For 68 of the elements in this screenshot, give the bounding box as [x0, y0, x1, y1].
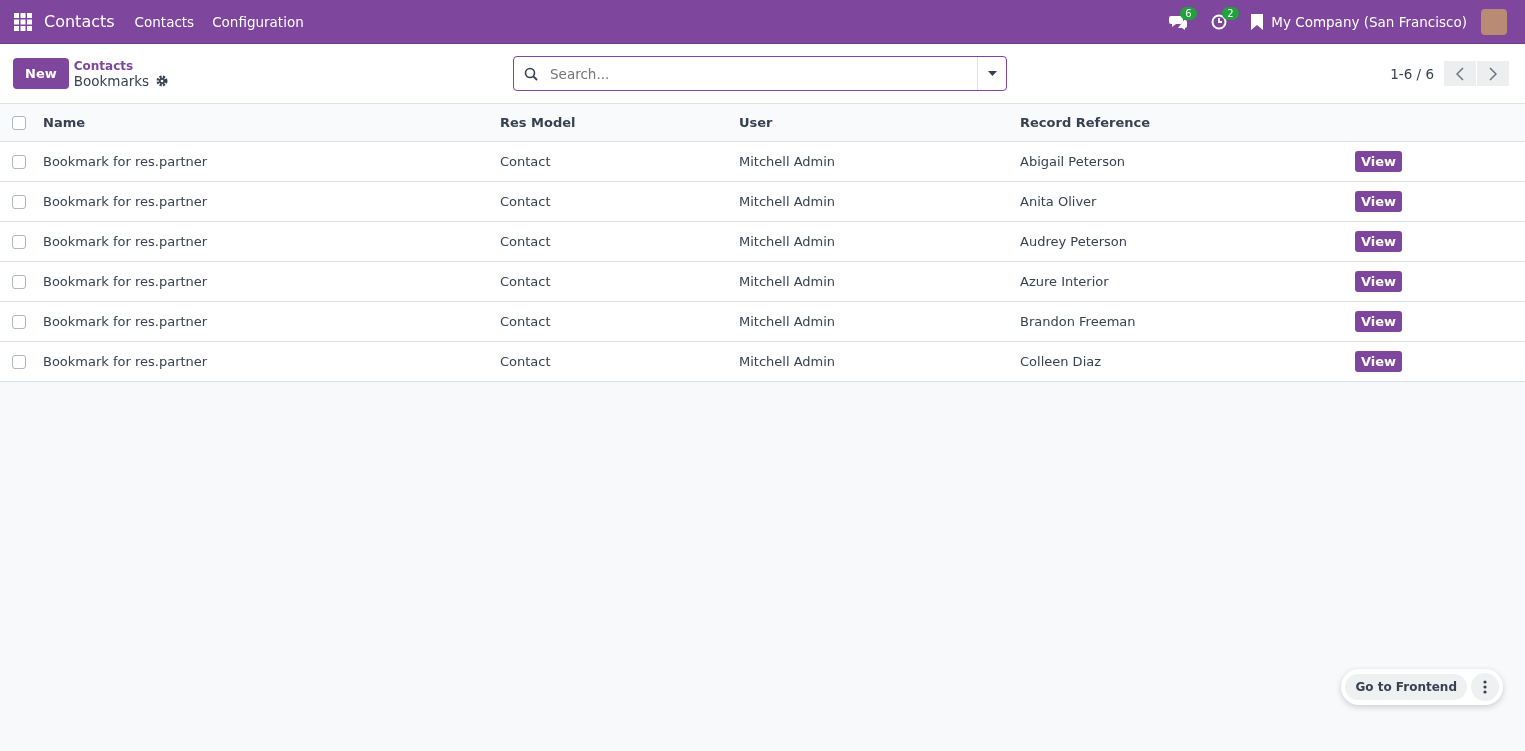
table-cell-text: Bookmark for res.partner: [43, 314, 209, 329]
view-button[interactable]: View: [1355, 151, 1403, 172]
table-cell-text: Azure Interior: [1020, 274, 1110, 289]
message-count-badge: 6: [1180, 6, 1197, 20]
view-button[interactable]: View: [1355, 351, 1403, 372]
row-checkbox[interactable]: [12, 314, 26, 329]
chevron-right-icon: [1489, 66, 1497, 81]
go-to-frontend-button[interactable]: Go to Frontend: [1345, 674, 1467, 700]
search-icon: [524, 66, 538, 81]
chat-icon[interactable]: [1169, 13, 1188, 30]
table-cell-text: Contact: [500, 274, 552, 289]
table-cell-text: Bookmark for res.partner: [43, 274, 209, 289]
view-button[interactable]: View: [1355, 271, 1403, 292]
chevron-left-icon: [1456, 66, 1464, 81]
table-cell-text: Contact: [500, 154, 552, 169]
caret-icon[interactable]: [987, 71, 997, 76]
row-checkbox[interactable]: [12, 194, 26, 209]
select-all-checkbox[interactable]: [12, 115, 26, 130]
table-cell-text: Contact: [500, 234, 552, 249]
breadcrumb-link[interactable]: Contacts: [73, 58, 169, 73]
apps-grid-icon[interactable]: [14, 12, 32, 31]
table-cell-text: Anita Oliver: [1020, 194, 1098, 209]
view-button[interactable]: View: [1355, 191, 1403, 212]
search-field[interactable]: Search...: [513, 56, 1007, 91]
menu-item[interactable]: Contacts: [134, 13, 195, 30]
table-cell-text: Mitchell Admin: [739, 274, 837, 289]
table-cell-text: Bookmark for res.partner: [43, 154, 209, 169]
company-name[interactable]: My Company (San Francisco): [1271, 13, 1467, 30]
column-header[interactable]: User: [739, 115, 1020, 130]
table-cell-text: Mitchell Admin: [739, 314, 837, 329]
app-name[interactable]: Contacts: [44, 12, 115, 31]
view-button[interactable]: View: [1355, 311, 1403, 332]
column-header[interactable]: Record Reference: [1020, 115, 1355, 130]
page-title: Bookmarks: [73, 72, 150, 89]
table-cell-text: Abigail Peterson: [1020, 154, 1127, 169]
table-cell-text: Contact: [500, 354, 552, 369]
search-input[interactable]: Search...: [548, 64, 977, 83]
view-button[interactable]: View: [1355, 231, 1403, 252]
table-cell-text: Contact: [500, 194, 552, 209]
next-button[interactable]: [1477, 61, 1509, 86]
activity-count-badge: 2: [1222, 6, 1239, 20]
previous-button[interactable]: [1444, 61, 1476, 86]
menu-item[interactable]: Configuration: [212, 13, 304, 30]
table-cell-text: Brandon Freeman: [1020, 314, 1137, 329]
clock-icon[interactable]: [1211, 13, 1228, 30]
table-cell-text: Audrey Peterson: [1020, 234, 1129, 249]
table-cell-text: Mitchell Admin: [739, 234, 837, 249]
row-checkbox[interactable]: [12, 154, 26, 169]
new-button[interactable]: New: [13, 58, 69, 89]
column-header[interactable]: Res Model: [500, 115, 739, 130]
more-button[interactable]: [1471, 673, 1499, 701]
table-cell-text: Contact: [500, 314, 552, 329]
pager-value: 1-6 / 6: [1390, 65, 1434, 82]
user-avatar[interactable]: [1481, 8, 1507, 35]
table-cell-text: Mitchell Admin: [739, 354, 837, 369]
row-checkbox[interactable]: [12, 234, 26, 249]
table-cell-text: Bookmark for res.partner: [43, 194, 209, 209]
column-header[interactable]: Name: [43, 115, 500, 130]
row-checkbox[interactable]: [12, 354, 26, 369]
table-cell-text: Bookmark for res.partner: [43, 354, 209, 369]
table-cell-text: Mitchell Admin: [739, 154, 837, 169]
bookmark-icon[interactable]: [1251, 13, 1264, 30]
table-cell-text: Colleen Diaz: [1020, 354, 1103, 369]
gear-icon[interactable]: [156, 74, 169, 87]
table-cell-text: Mitchell Admin: [739, 194, 837, 209]
vertical-dots-icon: [1483, 680, 1487, 694]
row-checkbox[interactable]: [12, 274, 26, 289]
table-cell-text: Bookmark for res.partner: [43, 234, 209, 249]
